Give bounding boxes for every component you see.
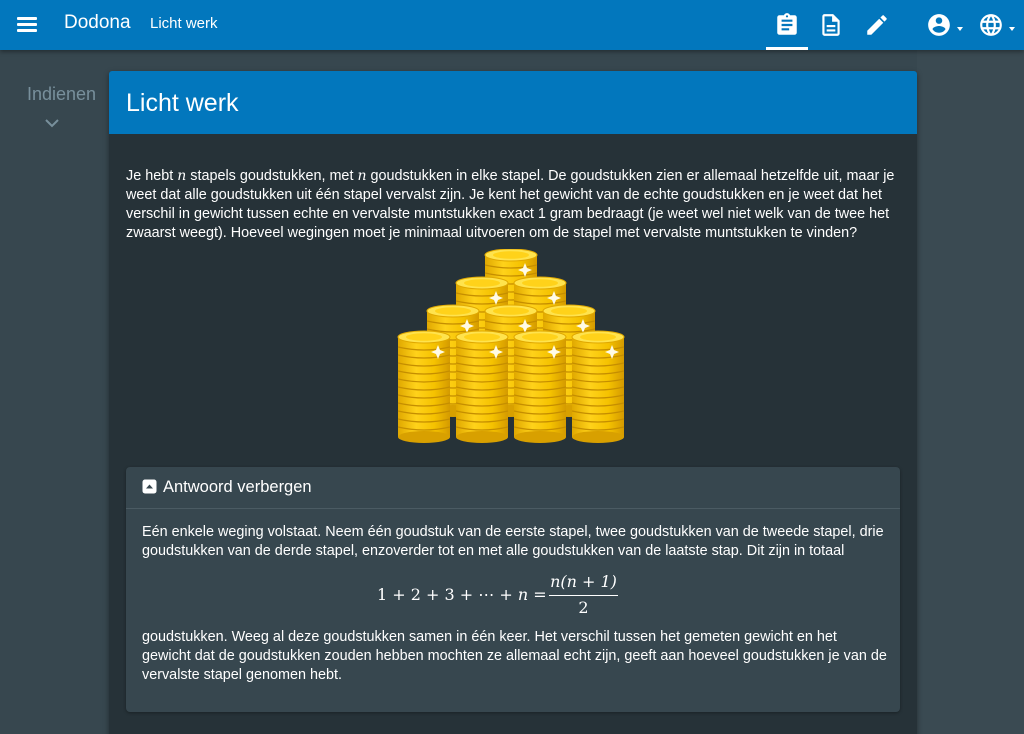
gold-coin-stacks-image	[397, 249, 625, 444]
answer-toggle-label: Antwoord verbergen	[163, 478, 312, 496]
right-gutter	[917, 50, 1024, 734]
sum-formula: 1 + 2 + 3 + ⋯ + n = n(n + 1) 2	[126, 571, 871, 619]
active-tab-indicator	[766, 47, 808, 50]
document-icon[interactable]	[816, 10, 846, 40]
brand-link[interactable]: Dodona	[64, 12, 131, 34]
collapse-icon	[142, 479, 157, 494]
formula-lhs: 1 + 2 + 3 + ⋯ + n =	[377, 585, 547, 604]
language-caret-icon[interactable]	[1009, 27, 1015, 31]
account-icon[interactable]	[924, 10, 954, 40]
submit-panel-toggle[interactable]: Indienen	[27, 84, 96, 105]
exercise-description: Je hebt n stapels goudstukken, met n gou…	[126, 168, 895, 241]
side-panel: Indienen	[0, 50, 109, 734]
exercise-title: Licht werk	[109, 71, 917, 134]
answer-text-continued: goudstukken. Weeg al deze goudstukken sa…	[142, 629, 887, 683]
clipboard-icon[interactable]	[772, 10, 802, 40]
menu-icon[interactable]	[14, 12, 42, 38]
account-caret-icon[interactable]	[957, 27, 963, 31]
formula-denominator: 2	[578, 598, 589, 618]
answer-panel: Antwoord verbergen Eén enkele weging vol…	[126, 467, 900, 712]
top-app-bar: Dodona Licht werk	[0, 0, 1024, 50]
answer-text: Eén enkele weging volstaat. Neem één gou…	[142, 524, 884, 559]
formula-numerator: n(n + 1)	[550, 572, 617, 591]
globe-icon[interactable]	[976, 10, 1006, 40]
chevron-down-icon[interactable]	[43, 116, 61, 130]
exercise-card: Licht werk Je hebt n stapels goudstukken…	[109, 71, 917, 734]
pencil-icon[interactable]	[862, 10, 892, 40]
answer-toggle[interactable]: Antwoord verbergen	[126, 467, 900, 509]
breadcrumb[interactable]: Licht werk	[150, 15, 218, 32]
formula-fraction: n(n + 1) 2	[549, 571, 618, 617]
